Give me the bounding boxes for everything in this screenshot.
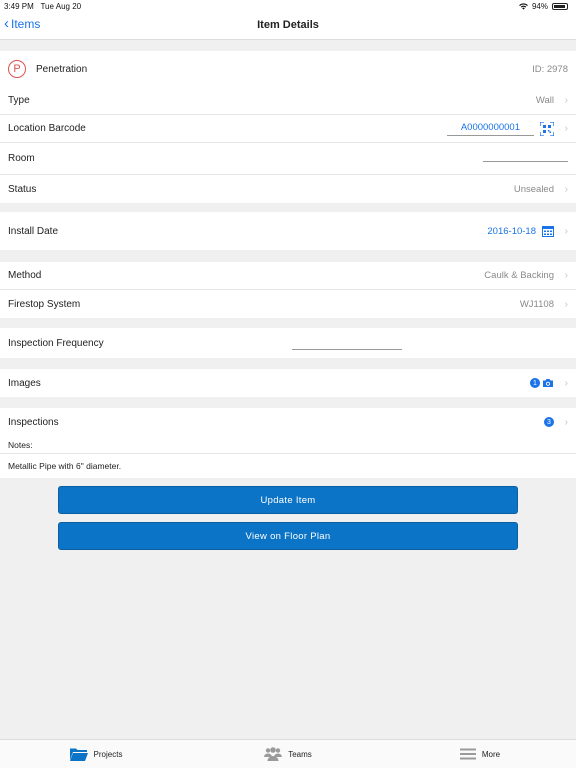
type-value: Wall [535,95,554,106]
method-row[interactable]: Method Caulk & Backing › [0,262,576,290]
firestop-system-value: WJ1108 [519,298,554,310]
status-row[interactable]: Status Unsealed › [0,175,576,203]
item-id: ID: 2978 [532,63,568,75]
item-header-row: P Penetration ID: 2978 [0,51,576,87]
status-value: Unsealed [513,183,554,195]
status-label: Status [8,183,37,195]
images-count-badge: 1 [530,378,540,388]
status-time: 3:49 PM Tue Aug 20 [4,2,82,11]
method-section: Method Caulk & Backing › Firestop System… [0,262,576,318]
item-header-section: P Penetration ID: 2978 [0,51,576,87]
method-label: Method [8,270,42,281]
images-row[interactable]: Images 1 › [0,369,576,397]
tab-more-label: More [481,749,501,759]
menu-icon [459,748,476,760]
chevron-right-icon: › [564,416,568,428]
install-date-section: Install Date 2016-10-18 › [0,212,576,250]
tab-projects-label: Projects [93,749,123,759]
notes-label: Notes: [0,436,576,454]
type-label: Type [8,95,30,106]
firestop-system-row[interactable]: Firestop System WJ1108 › [0,290,576,318]
update-item-button[interactable]: Update Item [58,486,518,514]
notes-text[interactable]: Metallic Pipe with 6" diameter. [0,454,576,478]
chevron-right-icon: › [564,377,568,389]
chevron-right-icon: › [564,95,568,106]
penetration-badge-icon: P [8,60,26,78]
folder-icon [69,748,88,761]
type-row[interactable]: Type Wall › [0,87,576,115]
tab-more[interactable]: More [384,740,576,768]
status-bar: 3:49 PM Tue Aug 20 94% [0,0,576,12]
install-date-row[interactable]: Install Date 2016-10-18 › [0,212,576,250]
chevron-right-icon: › [564,298,568,310]
details-section: Type Wall › Location Barcode A0000000001… [0,87,576,203]
room-input[interactable] [483,161,568,162]
chevron-right-icon: › [564,183,568,195]
install-date-label: Install Date [8,225,59,237]
camera-icon [543,379,553,387]
inspections-label: Inspections [8,416,59,428]
location-barcode-row: Location Barcode A0000000001 › [0,115,576,143]
inspection-frequency-input[interactable] [292,348,402,350]
room-label: Room [8,153,35,164]
inspections-count-badge: 3 [544,417,554,427]
chevron-right-icon: › [564,270,568,281]
location-barcode-label: Location Barcode [8,123,86,134]
images-label: Images [8,377,41,389]
battery-icon [552,3,568,10]
location-barcode-field-wrap: A0000000001 [446,121,554,136]
images-section: Images 1 › [0,369,576,397]
view-floor-plan-button[interactable]: View on Floor Plan [58,522,518,550]
tab-bar: Projects Teams More [0,739,576,768]
battery-percent: 94% [531,2,548,11]
inspections-section: Inspections 3 › [0,408,576,436]
install-date-value: 2016-10-18 [487,225,536,237]
status-right: 94% [519,2,568,11]
page-title: Item Details [257,19,319,31]
calendar-icon[interactable] [542,225,554,237]
chevron-right-icon: › [564,123,568,134]
location-barcode-input[interactable]: A0000000001 [446,122,534,136]
people-icon [264,747,283,761]
navigation-bar: ‹ Items Item Details [0,12,576,40]
qr-scan-icon[interactable] [540,121,554,136]
inspection-frequency-section: Inspection Frequency [0,328,576,358]
inspection-frequency-label: Inspection Frequency [8,337,104,349]
tab-projects[interactable]: Projects [0,740,192,768]
firestop-system-label: Firestop System [8,298,81,310]
wifi-icon [519,3,528,10]
chevron-right-icon: › [564,225,568,237]
tab-teams-label: Teams [288,749,312,759]
tab-teams[interactable]: Teams [192,740,384,768]
inspections-row[interactable]: Inspections 3 › [0,408,576,436]
inspection-frequency-row: Inspection Frequency [0,328,576,358]
room-row: Room [0,143,576,175]
method-value: Caulk & Backing [484,270,554,281]
item-type-name: Penetration [36,63,88,75]
